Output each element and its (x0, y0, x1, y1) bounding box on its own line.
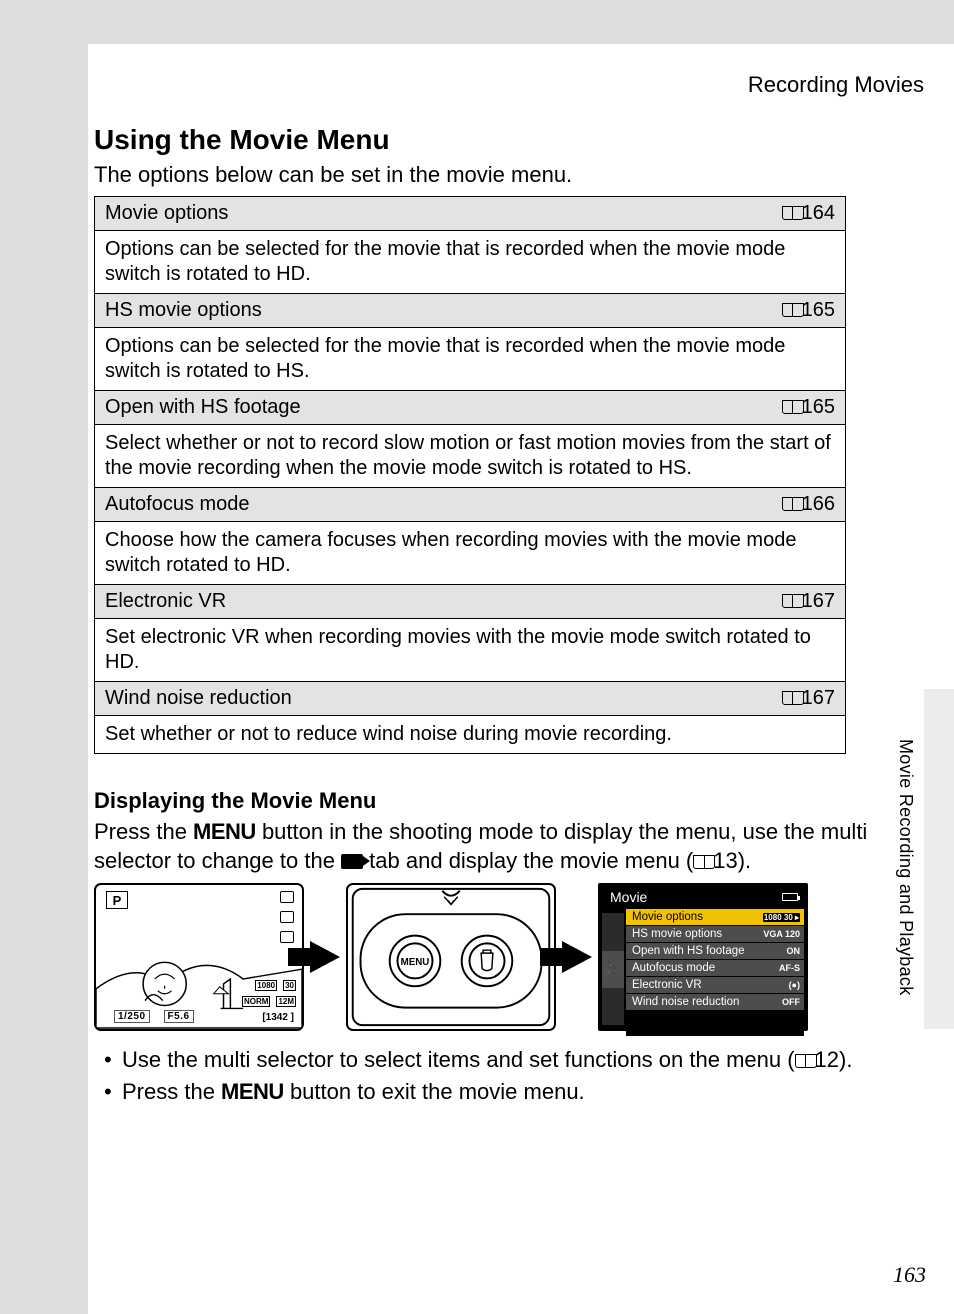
menu-item-name: Movie options (105, 202, 228, 224)
svg-text:MENU: MENU (401, 957, 430, 968)
menu-button-label: MENU (221, 1079, 284, 1104)
menu-item-desc: Select whether or not to record slow mot… (95, 425, 846, 488)
menu-item-desc: Set electronic VR when recording movies … (95, 619, 846, 682)
section-thumb-tab (924, 689, 954, 1029)
book-icon (782, 691, 804, 705)
lcd-shooting-screen: P 108030 NORM12 (94, 883, 304, 1031)
menu-row: Wind noise reductionOFF (626, 994, 804, 1010)
movie-tab-icon: 🎥 (602, 951, 624, 988)
page-number: 163 (893, 1262, 926, 1288)
page-ref: 165 (782, 396, 835, 419)
mode-badge: P (106, 891, 128, 909)
page-ref: 164 (782, 202, 835, 225)
menu-item-desc: Set whether or not to reduce wind noise … (95, 716, 846, 754)
section-side-label: Movie Recording and Playback (895, 739, 916, 996)
list-item: Use the multi selector to select items a… (100, 1045, 930, 1075)
menu-item-desc: Options can be selected for the movie th… (95, 231, 846, 294)
page-ref: 167 (782, 590, 835, 613)
menu-item-desc: Choose how the camera focuses when recor… (95, 522, 846, 585)
menu-row: HS movie optionsVGA 120 (626, 926, 804, 942)
list-item: Press the MENU button to exit the movie … (100, 1077, 930, 1107)
subheading: Displaying the Movie Menu (94, 788, 930, 814)
exposure-readout: 1/250F5.6 (114, 1010, 194, 1023)
menu-item-desc: Options can be selected for the movie th… (95, 328, 846, 391)
movie-tab-icon (341, 854, 363, 869)
page-ref: 166 (782, 493, 835, 516)
frame-counter: [1342 ] (262, 1012, 294, 1023)
menu-row: Autofocus modeAF-S (626, 960, 804, 976)
figure-row: P 108030 NORM12 (94, 883, 930, 1031)
camera-back-diagram: MENU (346, 883, 556, 1031)
book-icon (782, 497, 804, 511)
page-title: Using the Movie Menu (94, 124, 930, 156)
page-ref: 165 (782, 299, 835, 322)
menu-screen-title: Movie (610, 889, 647, 905)
battery-icon (782, 893, 798, 901)
book-icon (782, 594, 804, 608)
intro-text: The options below can be set in the movi… (94, 162, 930, 188)
arrow-right-icon (562, 941, 592, 973)
book-icon (782, 303, 804, 317)
menu-item-name: Electronic VR (105, 590, 226, 612)
menu-item-name: Wind noise reduction (105, 687, 292, 709)
menu-item-name: Open with HS footage (105, 396, 301, 418)
menu-row: Electronic VR(●) (626, 977, 804, 993)
movie-menu-screen: Movie 🎥 Movie options1080 30 ▸ HS movie … (598, 883, 808, 1031)
menu-button-label: MENU (193, 819, 256, 844)
book-icon (795, 1054, 817, 1068)
book-icon (693, 855, 715, 869)
battery-icon (280, 911, 294, 923)
menu-row: Open with HS footageON (626, 943, 804, 959)
arrow-right-icon (310, 941, 340, 973)
movie-menu-table: Movie options 164 Options can be selected… (94, 196, 846, 754)
instruction-list: Use the multi selector to select items a… (94, 1045, 930, 1106)
status-icon (280, 891, 294, 903)
page-ref: 167 (782, 687, 835, 710)
displaying-paragraph: Press the MENU button in the shooting mo… (94, 818, 930, 875)
book-icon (782, 206, 804, 220)
menu-item-name: Autofocus mode (105, 493, 250, 515)
book-icon (782, 400, 804, 414)
chapter-header: Recording Movies (94, 72, 924, 98)
menu-row: Movie options1080 30 ▸ (626, 909, 804, 925)
menu-item-name: HS movie options (105, 299, 262, 321)
